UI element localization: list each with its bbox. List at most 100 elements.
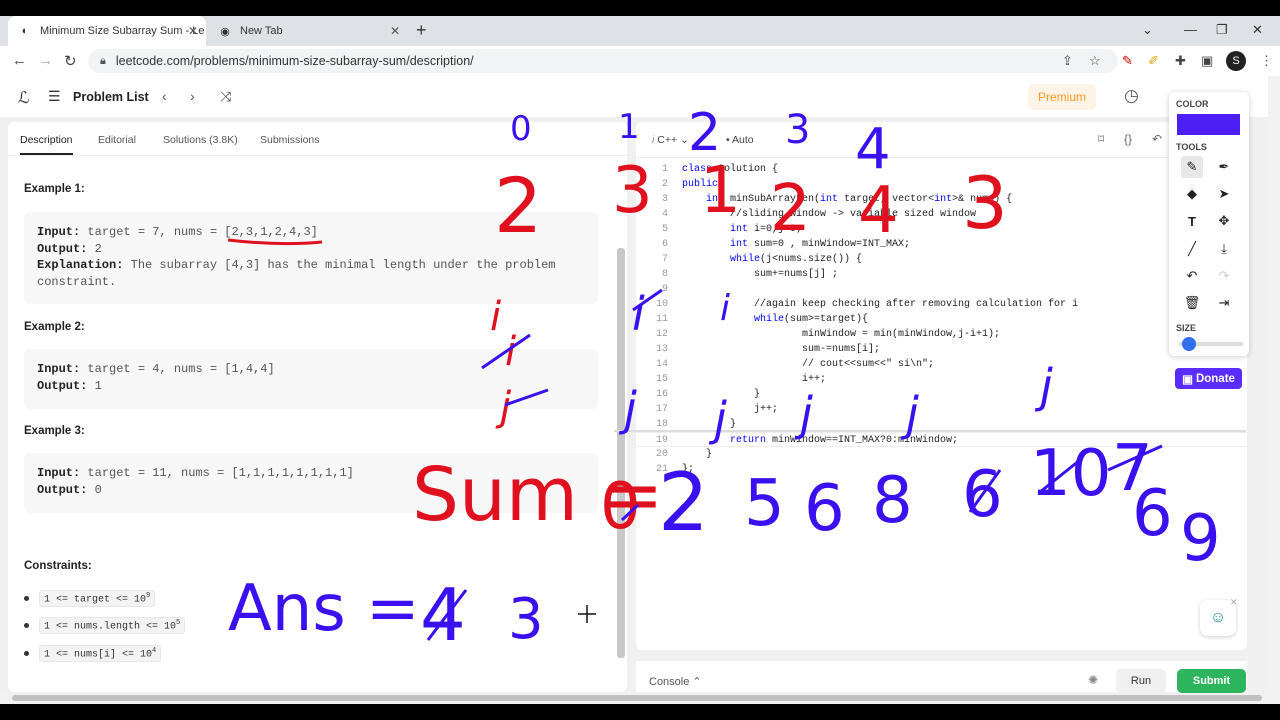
highlighter-icon[interactable]: ✒ [1213,156,1235,178]
prev-problem-icon[interactable]: ‹ [162,88,167,104]
exit-icon[interactable]: ⇥ [1213,292,1235,314]
line-number: 21 [655,464,668,475]
code-line[interactable]: 4 //sliding window -> variable sized win… [636,207,1247,222]
tab-editorial[interactable]: Editorial [98,134,136,146]
code-text: int i=0,j=0; [730,224,803,235]
forward-icon[interactable]: → [38,52,53,69]
new-tab-plus-icon[interactable]: + [416,20,427,41]
description-panel: Description Editorial Solutions (3.8K) S… [8,122,627,692]
close-tab-icon[interactable]: ✕ [188,24,198,38]
leetcode-header: ℒ ☰ Problem List ‹ › ⤨ Premium ◷ [0,76,1268,118]
share-icon[interactable]: ⇪ [1062,53,1073,69]
code-line[interactable]: 14 // cout<<sum<<" si\n"; [636,357,1247,372]
code-line[interactable]: 10 //again keep checking after removing … [636,297,1247,312]
code-text: int sum=0 , minWindow=INT_MAX; [730,239,911,250]
tab-solutions[interactable]: Solutions (3.8K) [163,134,238,146]
code-line[interactable]: 8 sum+=nums[j] ; [636,267,1247,282]
page-vertical-scrollbar[interactable] [1268,76,1280,692]
restore-icon[interactable]: ❐ [1216,22,1228,38]
problem-list-link[interactable]: Problem List [73,90,149,104]
code-line[interactable]: 5 int i=0,j=0; [636,222,1247,237]
menu-kebab-icon[interactable]: ⋮ [1260,53,1273,69]
submit-button[interactable]: Submit [1177,669,1246,693]
browser-tab-newtab[interactable]: ◉ New Tab ✕ [208,16,408,46]
address-bar[interactable]: 🔒︎ leetcode.com/problems/minimum-size-su… [88,49,1118,73]
output-label: Output: [37,241,88,256]
code-line[interactable]: 2 public: [636,177,1247,192]
tab-submissions[interactable]: Submissions [260,134,320,146]
code-text: //again keep checking after removing cal… [682,299,1079,310]
auto-mode[interactable]: • Auto [726,134,754,146]
browser-tab-active[interactable]: ◐ Minimum Size Subarray Sum - Le ✕ [8,16,206,46]
code-line[interactable]: 21}; [636,462,1247,477]
text-tool-icon[interactable]: T [1181,210,1203,232]
code-line[interactable]: 1 class Solution { [636,162,1247,177]
tab-description[interactable]: Description [20,134,73,155]
code-line[interactable]: 7 while(j<nums.size()) { [636,252,1247,267]
format-braces-icon[interactable]: {} [1124,132,1132,146]
reload-icon[interactable]: ↻ [64,52,77,70]
extensions-puzzle-icon[interactable]: ✚ [1175,53,1186,69]
code-line[interactable]: 6 int sum=0 , minWindow=INT_MAX; [636,237,1247,252]
leetcode-logo-icon[interactable]: ℒ [18,88,30,108]
color-swatch[interactable] [1177,114,1240,135]
code-line[interactable]: 16 } [636,387,1247,402]
description-scrollbar[interactable] [617,248,625,658]
profile-avatar[interactable]: S [1226,51,1246,71]
donate-button[interactable]: ▣ Donate [1175,368,1242,389]
line-number: 6 [661,239,668,250]
debug-bug-icon[interactable]: ✺ [1088,673,1098,687]
page-horizontal-scrollbar[interactable] [0,692,1280,704]
code-line[interactable]: 11 while(sum>=target){ [636,312,1247,327]
run-button[interactable]: Run [1116,669,1166,693]
highlighter-extension-icon[interactable]: ✐ [1148,53,1159,69]
tab-title: New Tab [240,25,283,37]
code-line[interactable]: 9 [636,282,1247,297]
code-line[interactable]: 19 return minWindow==INT_MAX?0:minWindow… [636,432,1247,447]
code-line[interactable]: 17 j++; [636,402,1247,417]
line-number: 1 [661,164,668,175]
profile-initial: S [1232,55,1240,67]
constraint-text: 1 <= target <= 10 [44,594,147,606]
pen-extension-icon[interactable]: ✎ [1122,53,1133,69]
tab-search-chevron-icon[interactable]: ⌄ [1142,22,1153,38]
console-toggle[interactable]: Console ⌃ [649,675,702,688]
line-icon[interactable]: ╱ [1181,238,1203,260]
next-problem-icon[interactable]: › [190,88,195,104]
example-3-output: 0 [94,482,102,497]
code-line[interactable]: 3 int minSubArrayLen(int target, vector<… [636,192,1247,207]
undo-icon[interactable]: ↶ [1181,265,1203,287]
example-1-output: 2 [94,241,102,256]
code-text: sum+=nums[j] ; [682,269,839,280]
download-icon[interactable]: ⤓ [1213,238,1235,260]
window-close-icon[interactable]: ✕ [1252,22,1263,38]
language-select[interactable]: i C++ ⌄ [652,134,689,146]
reset-code-icon[interactable]: ↶ [1152,132,1162,146]
timer-clock-icon[interactable]: ◷ [1124,86,1139,106]
shuffle-icon[interactable]: ⤨ [220,88,231,105]
trash-icon[interactable]: 🗑︎ [1181,292,1203,314]
example-2-box: Input: target = 4, nums = [1,4,4] Output… [24,349,598,409]
code-line[interactable]: 20 } [636,447,1247,462]
back-icon[interactable]: ← [12,52,27,69]
pen-icon[interactable]: ✎ [1181,156,1203,178]
list-icon[interactable]: ☰ [48,88,61,105]
move-icon[interactable]: ✥ [1213,210,1235,232]
bookmark-icon[interactable]: ⌑ [1098,132,1104,146]
size-slider[interactable] [1179,337,1243,351]
tab-title: Minimum Size Subarray Sum - Le [40,25,205,37]
redo-icon[interactable]: ↷ [1213,265,1235,287]
side-panel-icon[interactable]: ▣ [1201,53,1213,69]
close-tab-icon[interactable]: ✕ [390,24,400,38]
minimize-icon[interactable]: — [1184,22,1197,37]
code-line[interactable]: 15 i++; [636,372,1247,387]
code-line[interactable]: 13 sum-=nums[i]; [636,342,1247,357]
premium-button[interactable]: Premium [1028,84,1096,110]
close-chat-icon[interactable]: ✕ [1230,597,1238,608]
code-line[interactable]: 12 minWindow = min(minWindow,j-i+1); [636,327,1247,342]
eraser-icon[interactable]: ◆ [1181,183,1203,205]
scroll-thumb[interactable] [12,695,1262,701]
size-slider-knob[interactable] [1181,337,1196,351]
bookmark-star-icon[interactable]: ☆ [1089,53,1101,69]
pointer-arrow-icon[interactable]: ➤ [1213,183,1235,205]
